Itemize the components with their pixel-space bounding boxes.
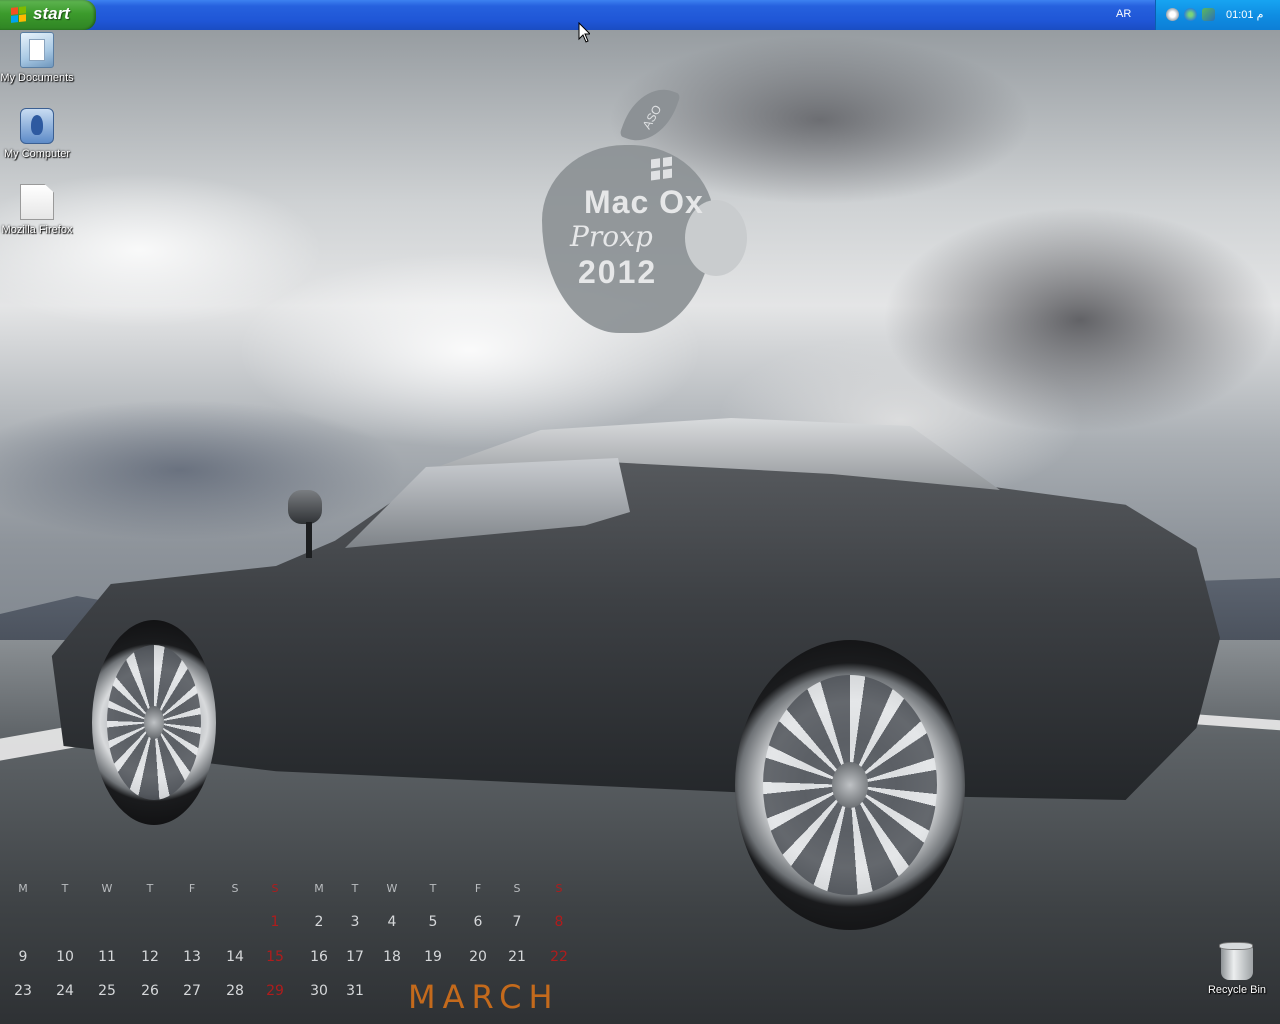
car-rear-wheel (735, 640, 965, 930)
calendar-day: 22 (550, 949, 568, 965)
calendar-weekday: T (351, 882, 359, 895)
system-tray: 01:01 م (1155, 0, 1280, 30)
calendar-day: 10 (56, 949, 74, 965)
calendar-day: 23 (14, 983, 32, 999)
calendar-day: 18 (383, 949, 401, 965)
globe-icon[interactable] (1184, 8, 1197, 21)
calendar-day: 8 (554, 914, 564, 930)
desktop[interactable]: ASO Mac Ox Proxp 2012 MTWTFSSMTWTFSS1234… (0, 0, 1280, 1024)
calendar-weekday: S (513, 882, 521, 895)
my-documents-icon (20, 32, 54, 68)
security-icon[interactable] (1202, 8, 1215, 21)
calendar-day: 9 (18, 949, 28, 965)
logo-text-line1: Mac Ox (584, 184, 704, 220)
start-button[interactable]: start (0, 0, 96, 30)
my-computer-icon (20, 108, 54, 144)
desktop-icon-mozilla-firefox[interactable]: Mozilla Firefox (0, 184, 74, 236)
calendar-day: 12 (141, 949, 159, 965)
calendar-day: 14 (226, 949, 244, 965)
calendar-day: 5 (428, 914, 438, 930)
calendar-day: 26 (141, 983, 159, 999)
calendar-day: 31 (346, 983, 364, 999)
calendar-weekday: F (188, 882, 196, 895)
calendar-day: 30 (310, 983, 328, 999)
file-icon (20, 184, 54, 220)
calendar-day: 15 (266, 949, 284, 965)
calendar-weekday: T (146, 882, 154, 895)
calendar-day: 19 (424, 949, 442, 965)
recycle-bin-icon (1219, 942, 1253, 980)
desktop-icon-label: My Computer (3, 148, 71, 160)
calendar-day: 2 (314, 914, 324, 930)
calendar-day: 7 (512, 914, 522, 930)
windows-logo-icon (651, 156, 673, 182)
taskbar[interactable]: start AR 01:01 م (0, 0, 1280, 30)
calendar-month-label: MARCH (408, 978, 560, 1016)
calendar-weekday: F (474, 882, 482, 895)
logo-text-line3: 2012 (578, 254, 658, 290)
calendar-day: 3 (350, 914, 360, 930)
calendar-day: 28 (226, 983, 244, 999)
calendar-weekday: T (61, 882, 69, 895)
calendar-day: 20 (469, 949, 487, 965)
desktop-icon-my-documents[interactable]: My Documents (0, 32, 74, 84)
clock[interactable]: 01:01 م (1226, 8, 1263, 21)
car-front-wheel (92, 620, 216, 825)
calendar-weekday: S (231, 882, 239, 895)
desktop-icon-label: Recycle Bin (1207, 984, 1267, 996)
calendar-weekday: S (555, 882, 563, 895)
calendar-day: 13 (183, 949, 201, 965)
logo-text-line2: Proxp (570, 220, 653, 253)
calendar-day: 21 (508, 949, 526, 965)
calendar-weekday: M (314, 882, 324, 895)
mouse-cursor-icon (578, 22, 590, 43)
desktop-icon-label: Mozilla Firefox (1, 224, 73, 236)
network-icon[interactable] (1166, 8, 1179, 21)
desktop-icon-label: My Documents (0, 72, 74, 84)
calendar-day: 11 (98, 949, 116, 965)
language-indicator[interactable]: AR (1116, 8, 1131, 20)
calendar-weekday: W (386, 882, 398, 895)
desktop-icon-recycle-bin[interactable]: Recycle Bin (1200, 942, 1274, 996)
calendar-day: 25 (98, 983, 116, 999)
calendar-day: 4 (387, 914, 397, 930)
start-label: start (33, 4, 70, 23)
calendar-day: 29 (266, 983, 284, 999)
calendar-weekday: S (271, 882, 279, 895)
calendar-day: 1 (270, 914, 280, 930)
windows-flag-icon (11, 6, 27, 24)
car-mirror-stem (306, 522, 312, 558)
calendar-day: 24 (56, 983, 74, 999)
calendar-weekday: M (18, 882, 28, 895)
desktop-icon-my-computer[interactable]: My Computer (0, 108, 74, 160)
calendar-weekday: W (101, 882, 113, 895)
car-mirror (288, 490, 322, 524)
calendar-day: 27 (183, 983, 201, 999)
calendar-weekday: T (429, 882, 437, 895)
calendar-day: 17 (346, 949, 364, 965)
calendar-day: 6 (473, 914, 483, 930)
calendar-day: 16 (310, 949, 328, 965)
